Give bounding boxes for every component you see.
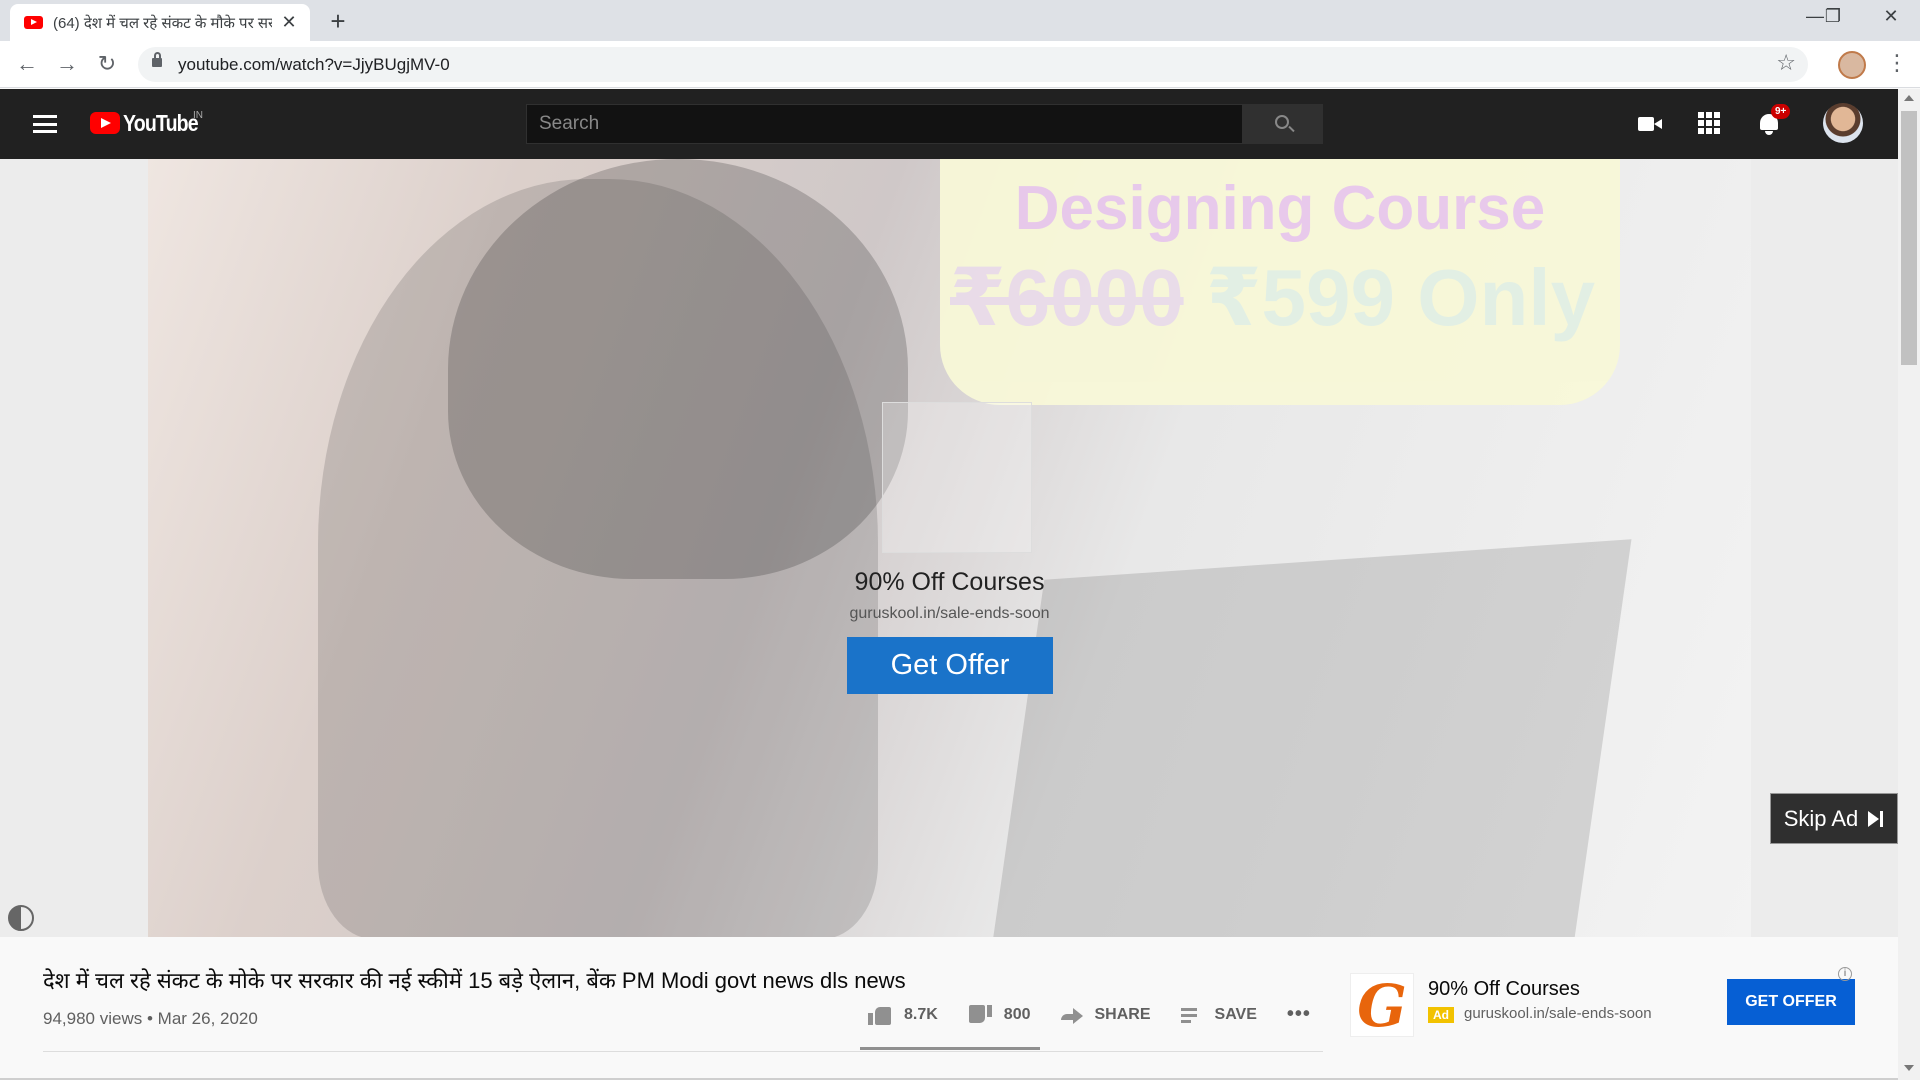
tab-close-icon[interactable]: ✕: [280, 12, 298, 33]
view-count: 94,980 views: [43, 1009, 143, 1028]
notification-badge: 9+: [1771, 104, 1791, 119]
search-box: [526, 104, 1243, 144]
bookmark-star-icon[interactable]: ☆: [1776, 50, 1796, 76]
contrast-icon[interactable]: [8, 905, 34, 931]
scroll-thumb[interactable]: [1901, 111, 1917, 365]
search-button[interactable]: [1243, 104, 1323, 144]
lock-icon[interactable]: [152, 52, 162, 67]
menu-icon[interactable]: [33, 115, 57, 133]
back-button[interactable]: ←: [12, 49, 42, 79]
more-dots-icon: •••: [1286, 1003, 1311, 1025]
video-info-section: देश में चल रहे संकट के मोके पर सरकार की …: [0, 937, 1898, 1080]
promo-new-price: ₹599 Only: [1205, 253, 1596, 342]
browser-toolbar: ← → ↻ youtube.com/watch?v=JjyBUgjMV-0 ☆ …: [0, 41, 1920, 88]
meta-separator: •: [146, 1009, 153, 1028]
scroll-down-arrow-icon[interactable]: [1904, 1065, 1914, 1071]
share-label: SHARE: [1094, 1005, 1151, 1023]
share-button[interactable]: SHARE: [1060, 1005, 1151, 1024]
restore-button[interactable]: ❐: [1818, 6, 1848, 27]
ad-promo-card: Designing Course ₹6000 ₹599 Only: [940, 159, 1620, 405]
companion-title[interactable]: 90% Off Courses: [1428, 978, 1580, 1001]
companion-ad[interactable]: G 90% Off Courses Ad guruskool.in/sale-e…: [1350, 973, 1870, 1053]
search-icon: [1275, 115, 1289, 129]
thumbs-up-icon: [868, 1005, 892, 1025]
apps-grid-icon[interactable]: [1698, 112, 1720, 134]
video-actions: 8.7K 800 SHARE SAVE •••: [868, 1003, 1341, 1026]
more-actions-button[interactable]: •••: [1287, 1003, 1311, 1026]
save-button[interactable]: SAVE: [1180, 1005, 1257, 1024]
skip-next-icon: [1868, 810, 1884, 827]
reload-button[interactable]: ↻: [92, 49, 122, 79]
youtube-logo[interactable]: YouTube IN: [90, 110, 211, 136]
skip-ad-button[interactable]: Skip Ad: [1770, 793, 1898, 844]
skip-ad-label: Skip Ad: [1783, 805, 1859, 831]
page-scrollbar[interactable]: [1898, 89, 1920, 1080]
ad-advertiser-image[interactable]: [882, 402, 1032, 553]
companion-domain[interactable]: guruskool.in/sale-ends-soon: [1464, 1005, 1652, 1022]
divider: [43, 1051, 1323, 1052]
browser-tab[interactable]: (64) देश में चल रहे संकट के मौके पर सरका…: [10, 4, 310, 41]
playlist-add-icon: [1180, 1007, 1203, 1023]
video-player[interactable]: Designing Course ₹6000 ₹599 Only 90% Off…: [0, 159, 1898, 937]
promo-price: ₹6000 ₹599 Only: [950, 251, 1595, 344]
promo-old-price: ₹6000: [950, 253, 1184, 342]
account-avatar[interactable]: [1823, 103, 1863, 143]
dislike-count: 800: [1003, 1005, 1031, 1023]
browser-menu-icon[interactable]: ⋮: [1886, 50, 1908, 76]
video-meta: 94,980 views • Mar 26, 2020: [43, 1009, 258, 1029]
ad-laptop-image: [984, 539, 1632, 937]
address-bar[interactable]: youtube.com/watch?v=JjyBUgjMV-0 ☆: [138, 47, 1808, 82]
dislike-button[interactable]: 800: [968, 1005, 1031, 1025]
browser-tabstrip: (64) देश में चल रहे संकट के मौके पर सरका…: [0, 0, 1920, 41]
url-text[interactable]: youtube.com/watch?v=JjyBUgjMV-0: [178, 55, 450, 75]
country-code: IN: [193, 110, 203, 121]
new-tab-button[interactable]: +: [324, 6, 352, 37]
youtube-favicon-icon: [24, 16, 43, 29]
like-button[interactable]: 8.7K: [868, 1005, 938, 1025]
companion-get-offer-button[interactable]: GET OFFER: [1727, 979, 1855, 1025]
ad-domain[interactable]: guruskool.in/sale-ends-soon: [148, 605, 1751, 623]
ad-badge: Ad: [1428, 1007, 1454, 1023]
youtube-play-icon: [90, 112, 120, 134]
scroll-up-arrow-icon[interactable]: [1904, 95, 1914, 101]
close-window-button[interactable]: ✕: [1876, 6, 1906, 27]
save-label: SAVE: [1214, 1005, 1257, 1023]
like-dislike-bar: [860, 1047, 1040, 1050]
forward-button[interactable]: →: [52, 49, 82, 79]
youtube-logo-text: YouTube: [123, 110, 199, 136]
like-bar-fill: [860, 1047, 1025, 1050]
like-count: 8.7K: [904, 1005, 938, 1023]
get-offer-button[interactable]: Get Offer: [847, 637, 1053, 694]
video-title: देश में चल रहे संकट के मोके पर सरकार की …: [43, 968, 906, 993]
search-input[interactable]: [539, 105, 1230, 143]
advertiser-logo[interactable]: G: [1350, 973, 1414, 1038]
browser-profile-avatar[interactable]: [1838, 51, 1866, 79]
tab-title: (64) देश में चल रहे संकट के मौके पर सरका…: [53, 14, 272, 32]
ad-headline[interactable]: 90% Off Courses: [148, 568, 1751, 597]
create-video-icon[interactable]: [1638, 112, 1662, 136]
upload-date: Mar 26, 2020: [157, 1009, 258, 1028]
ad-video-frame[interactable]: Designing Course ₹6000 ₹599 Only 90% Off…: [148, 159, 1751, 937]
share-icon: [1060, 1006, 1083, 1024]
promo-course-title: Designing Course: [1014, 174, 1546, 243]
youtube-masthead: YouTube IN 9+: [0, 89, 1898, 159]
thumbs-down-icon: [968, 1005, 992, 1025]
ad-info-icon[interactable]: i: [1838, 967, 1852, 981]
